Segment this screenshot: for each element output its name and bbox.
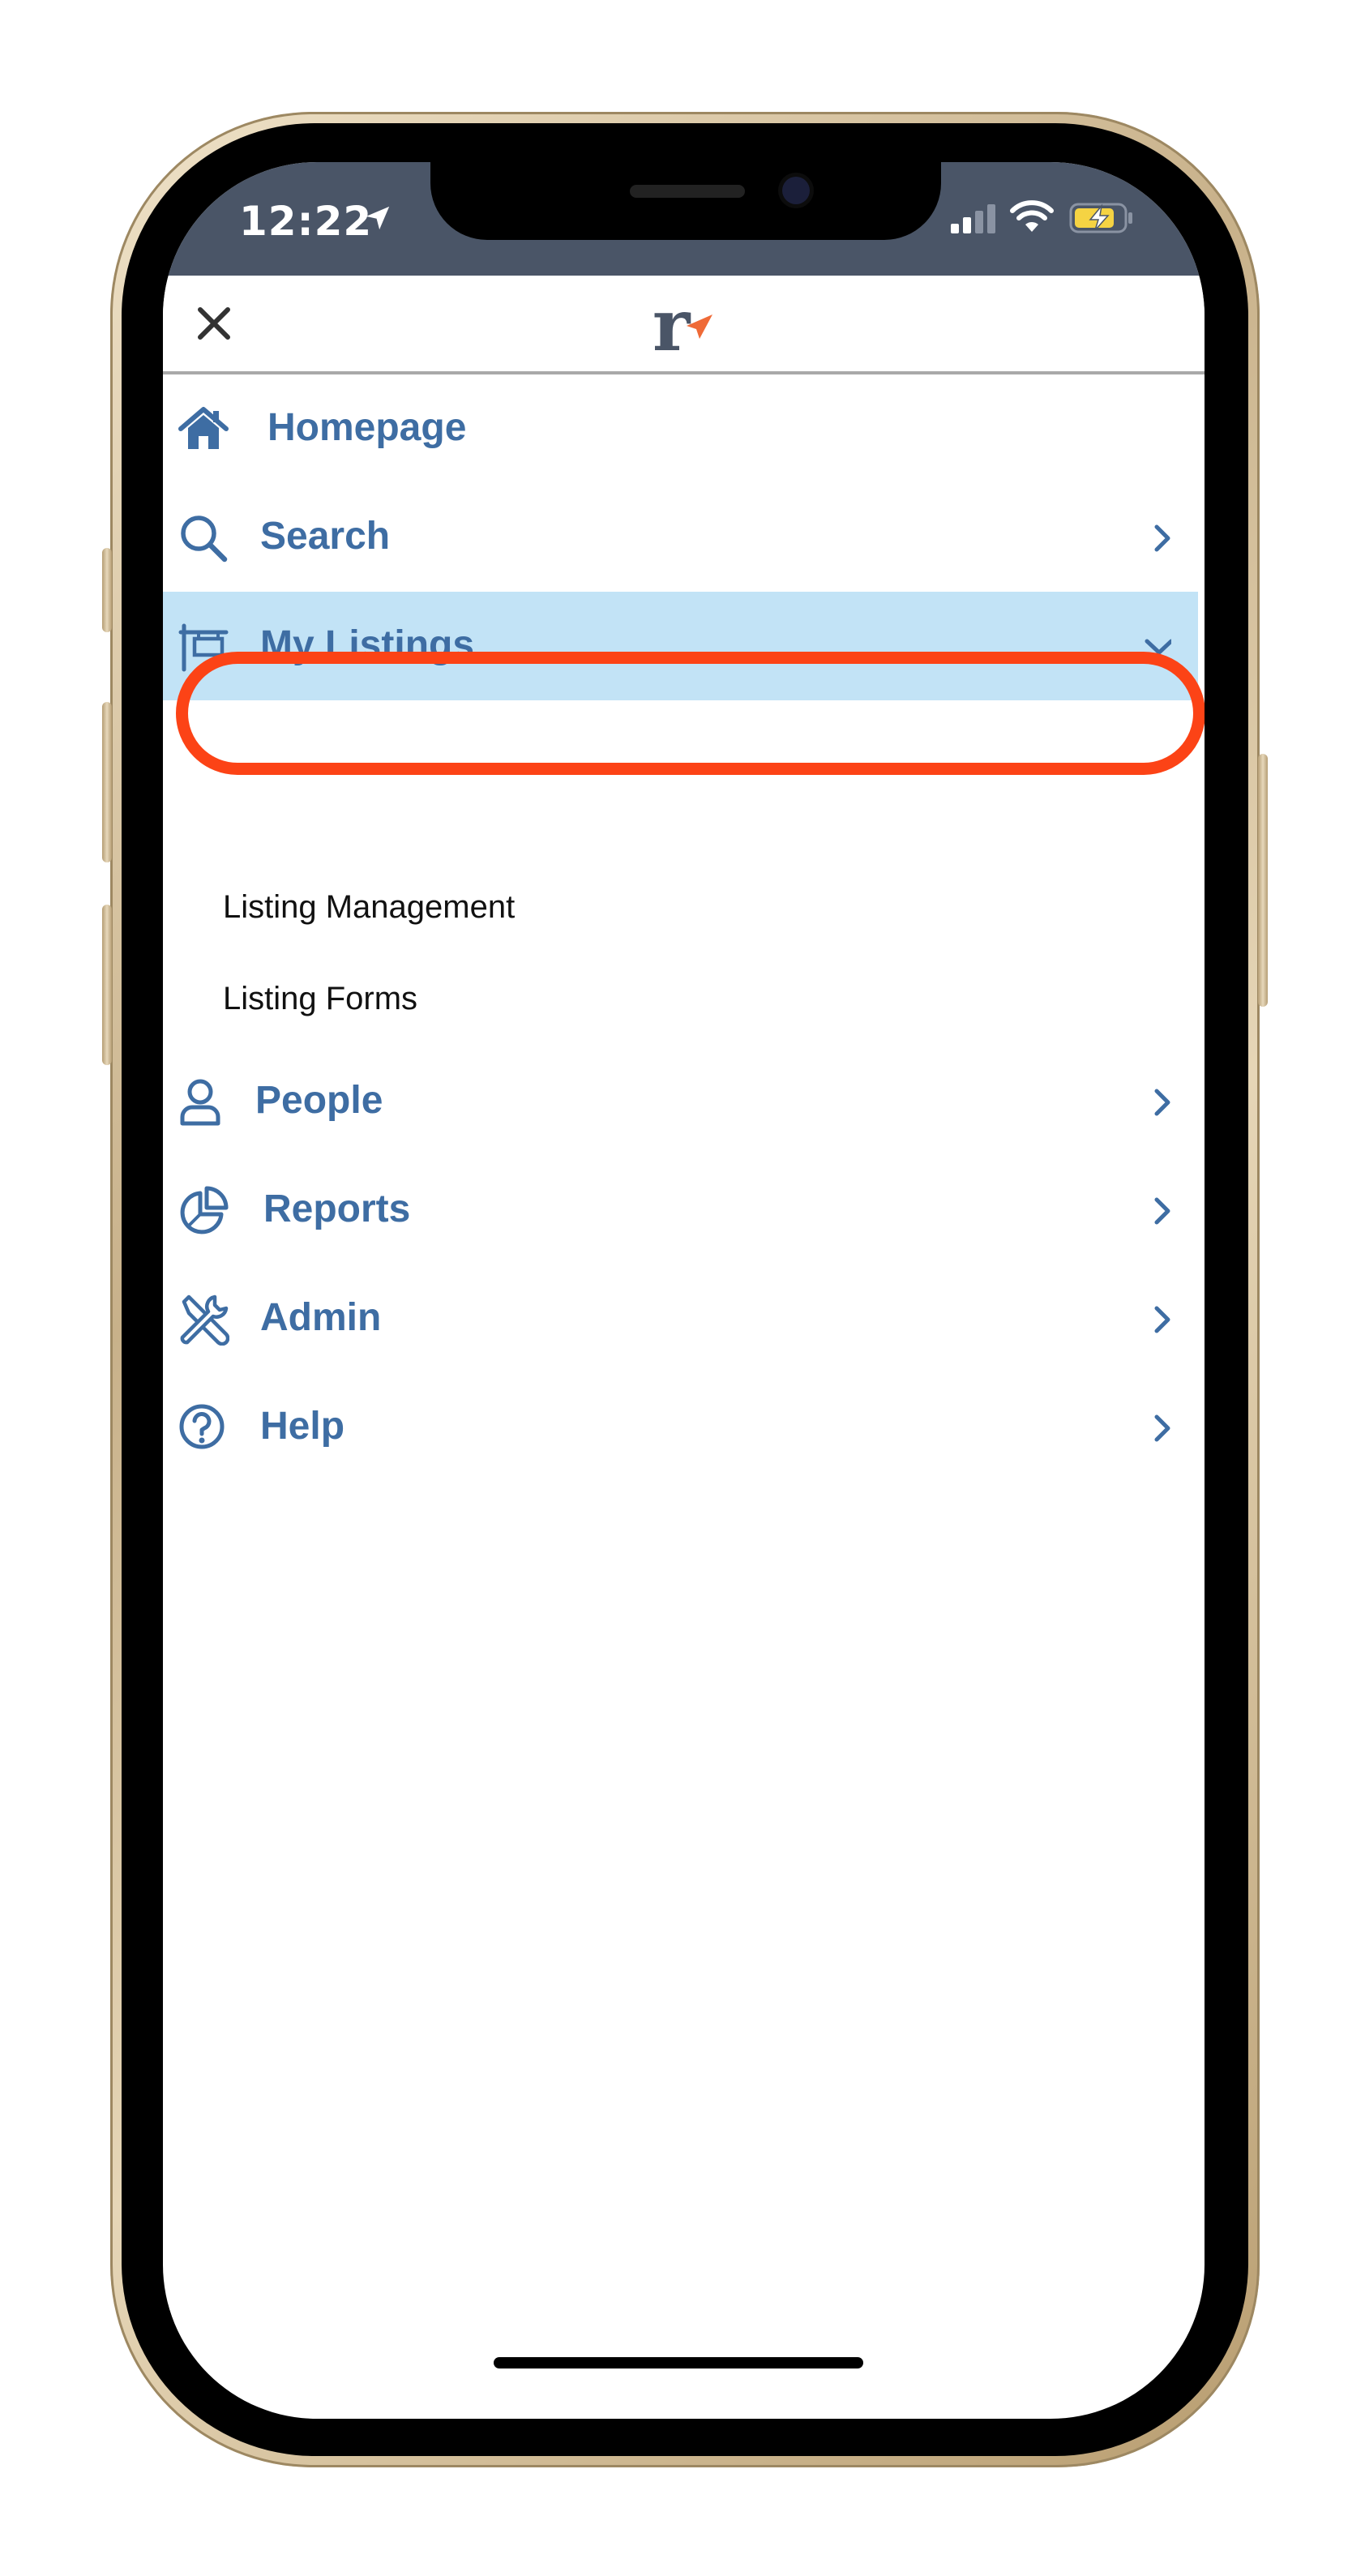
chevron-right-icon xyxy=(1154,1414,1170,1442)
submenu-item-listing-forms[interactable]: Listing Forms xyxy=(223,981,417,1017)
menu-label-homepage: Homepage xyxy=(267,406,467,449)
listing-sign-icon xyxy=(178,623,229,672)
menu-label-admin: Admin xyxy=(260,1296,382,1339)
chevron-right-icon xyxy=(1154,1306,1170,1333)
home-icon xyxy=(178,407,229,449)
menu-item-my-listings[interactable]: My Listings xyxy=(163,592,1198,700)
tools-icon xyxy=(180,1294,229,1346)
side-button-power xyxy=(1258,754,1268,1007)
menu-item-admin[interactable]: Admin xyxy=(163,1264,1198,1373)
menu-item-reports[interactable]: Reports xyxy=(163,1156,1198,1264)
status-bar: 12:22 xyxy=(163,162,1205,276)
chevron-down-icon xyxy=(1145,639,1171,655)
menu-item-search[interactable]: Search xyxy=(163,483,1198,592)
menu-label-help: Help xyxy=(260,1405,345,1448)
chevron-right-icon xyxy=(1154,524,1170,552)
menu-label-search: Search xyxy=(260,515,391,558)
app-header: r xyxy=(163,276,1205,374)
wifi-icon xyxy=(1010,200,1054,232)
logo-arrow xyxy=(687,315,712,339)
chevron-right-icon xyxy=(1154,1197,1170,1225)
logo-letter: r xyxy=(653,293,691,358)
menu-item-people[interactable]: People xyxy=(163,1047,1198,1156)
status-time: 12:22 xyxy=(239,198,373,245)
speaker-grille xyxy=(630,185,745,198)
side-button-volume-down xyxy=(102,905,112,1065)
home-indicator[interactable] xyxy=(494,2357,863,2368)
menu-label-my-listings: My Listings xyxy=(260,623,475,666)
side-button-volume-up xyxy=(102,702,112,862)
phone-screen: 12:22 r Homepage Search My Listings List… xyxy=(163,162,1205,2419)
menu-label-reports: Reports xyxy=(263,1187,411,1230)
chevron-right-icon xyxy=(1154,1089,1170,1116)
notch xyxy=(430,162,941,240)
submenu-item-listing-management[interactable]: Listing Management xyxy=(223,889,515,926)
front-camera xyxy=(782,177,810,204)
search-icon xyxy=(181,516,228,563)
cellular-signal-icon xyxy=(951,204,995,233)
menu-item-homepage[interactable]: Homepage xyxy=(163,374,1198,483)
pie-chart-icon xyxy=(180,1186,229,1235)
location-arrow-icon xyxy=(366,206,390,230)
menu-item-help[interactable]: Help xyxy=(163,1373,1198,1482)
close-icon[interactable] xyxy=(190,300,237,347)
battery-charging-icon xyxy=(1069,203,1132,233)
side-button-silent xyxy=(102,548,112,632)
app-logo: r xyxy=(653,293,712,358)
person-icon xyxy=(180,1079,220,1126)
help-circle-icon xyxy=(179,1404,225,1449)
menu-label-people: People xyxy=(255,1079,383,1122)
